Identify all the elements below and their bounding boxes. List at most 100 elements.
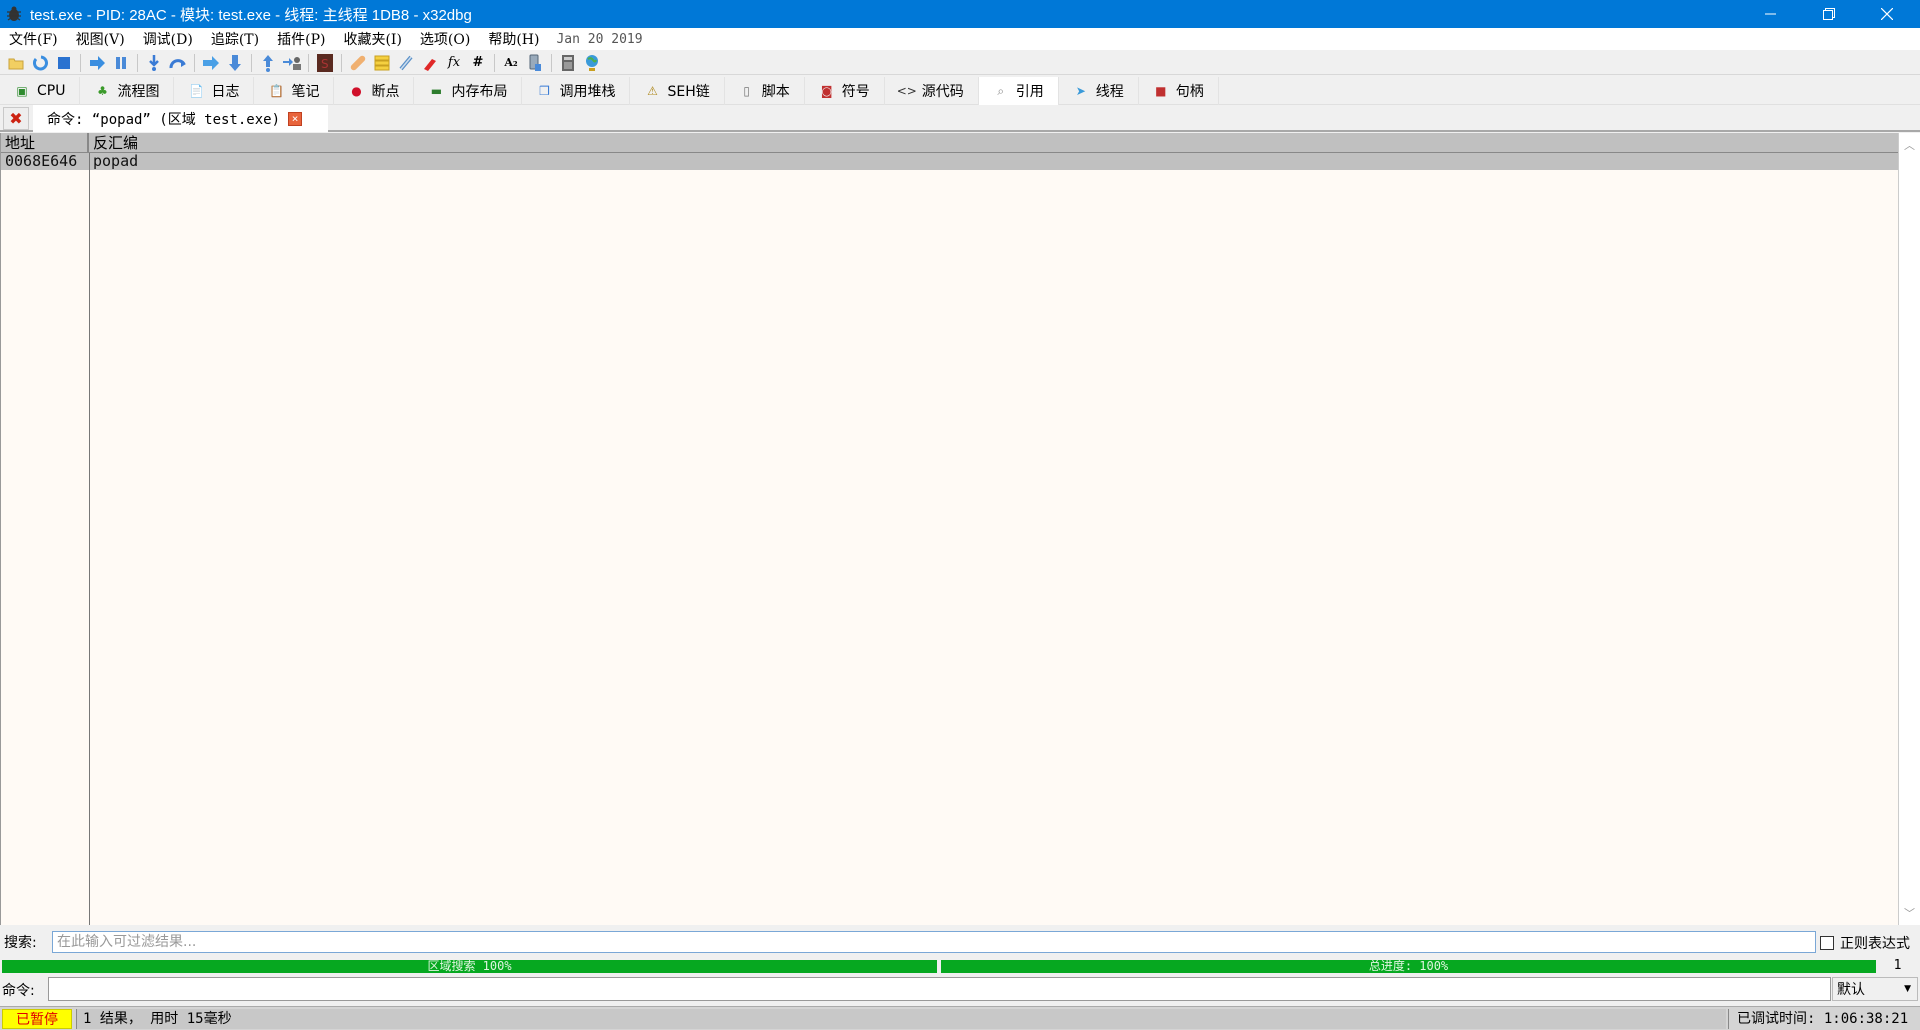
tab-label: 日志 (211, 84, 240, 100)
search-input[interactable] (52, 931, 1816, 953)
column-header-address[interactable]: 地址 (1, 133, 89, 153)
status-message: 1 结果， 用时 15毫秒 (76, 1009, 1726, 1029)
menu-help[interactable]: 帮助(H) (479, 29, 548, 49)
scroll-down-icon[interactable]: ﹀ (1899, 903, 1920, 923)
references-table: 地址 反汇编 0068E646 popad (0, 133, 1899, 925)
tab-notes[interactable]: 📋 笔记 (254, 77, 335, 105)
toolbar-separator (194, 53, 195, 72)
menu-options[interactable]: 选项(O) (411, 29, 479, 49)
bug-icon (4, 4, 24, 24)
strings-icon[interactable]: A₂ (501, 53, 521, 73)
regex-checkbox[interactable]: 正则表达式 (1820, 933, 1910, 953)
command-mode-select[interactable]: 默认 ▼ (1832, 977, 1918, 1001)
table-row[interactable]: 0068E646 popad (1, 153, 1899, 170)
hash-icon[interactable]: # (468, 53, 488, 73)
tab-label: 脚本 (761, 84, 790, 100)
handles-icon: ■ (1155, 84, 1167, 98)
step-over-icon[interactable] (168, 53, 188, 73)
references-icon: ⌕ (997, 83, 1005, 98)
calculator-icon[interactable] (558, 53, 578, 73)
command-label: 命令: (2, 983, 35, 999)
tab-label: 句柄 (1175, 84, 1204, 100)
execute-till-return-icon[interactable] (258, 53, 278, 73)
tab-seh[interactable]: ⚠ SEH链 (630, 77, 725, 105)
labels-icon[interactable] (396, 53, 416, 73)
menu-bar: 文件(F) 视图(V) 调试(D) 追踪(T) 插件(P) 收藏夹(I) 选项(… (0, 28, 1920, 50)
close-all-tabs-button[interactable]: ✖ (3, 107, 29, 130)
menu-favourites[interactable]: 收藏夹(I) (334, 29, 410, 49)
close-tab-icon[interactable]: × (288, 111, 303, 126)
pause-icon[interactable] (111, 53, 131, 73)
total-progress-bar: 总进度: 100% (941, 960, 1876, 973)
step-into-icon[interactable] (144, 53, 164, 73)
seh-icon: ⚠ (647, 84, 658, 98)
bookmarks-icon[interactable] (420, 53, 440, 73)
menu-plugins[interactable]: 插件(P) (268, 29, 334, 49)
run-to-user-code-icon[interactable] (282, 53, 302, 73)
cell-address: 0068E646 (5, 152, 78, 170)
menu-trace[interactable]: 追踪(T) (202, 29, 268, 49)
patches-icon[interactable] (348, 53, 368, 73)
tab-log[interactable]: 📄 日志 (174, 77, 255, 105)
close-button[interactable] (1858, 0, 1916, 28)
menu-file[interactable]: 文件(F) (0, 29, 67, 49)
tab-symbols[interactable]: ◙ 符号 (805, 77, 885, 105)
tab-label: 引用 (1015, 84, 1044, 100)
functions-icon[interactable]: fx (444, 53, 464, 73)
chevron-down-icon: ▼ (1904, 984, 1911, 994)
scylla-icon[interactable]: S (315, 53, 335, 73)
column-divider[interactable] (89, 153, 90, 925)
tab-source[interactable]: <> 源代码 (885, 77, 979, 105)
comments-icon[interactable] (372, 53, 392, 73)
globe-icon[interactable] (582, 53, 602, 73)
reference-tab[interactable]: 命令: “popad” (区域 test.exe) × (33, 105, 328, 132)
tab-memory-map[interactable]: ▬ 内存布局 (414, 77, 523, 105)
trace-into-icon[interactable] (201, 53, 221, 73)
vertical-scrollbar[interactable]: ︿ ﹀ (1898, 133, 1920, 925)
tab-label: 符号 (841, 84, 870, 100)
restart-icon[interactable] (30, 53, 50, 73)
tab-call-stack[interactable]: ❒ 调用堆栈 (522, 77, 631, 105)
reference-tabs: ✖ 命令: “popad” (区域 test.exe) × (0, 105, 1920, 132)
tab-breakpoint[interactable]: ● 断点 (334, 77, 415, 105)
toolbar-separator (80, 53, 81, 72)
toolbar-separator (137, 53, 138, 72)
tab-script[interactable]: ▯ 脚本 (725, 77, 805, 105)
checkbox-box[interactable] (1820, 936, 1834, 950)
tab-label: 流程图 (117, 84, 160, 100)
symbols-icon: ◙ (820, 84, 833, 98)
title-bar: test.exe - PID: 28AC - 模块: test.exe - 线程… (0, 0, 1920, 28)
menu-debug[interactable]: 调试(D) (134, 29, 202, 49)
run-icon[interactable] (87, 53, 107, 73)
source-icon: <> (896, 84, 917, 98)
minimize-button[interactable] (1742, 0, 1800, 28)
toolbar-separator (494, 53, 495, 72)
cpu-icon: ▣ (16, 84, 28, 98)
command-input[interactable] (48, 977, 1831, 1001)
regex-label: 正则表达式 (1840, 936, 1910, 952)
tab-references[interactable]: ⌕ 引用 (978, 77, 1059, 105)
restore-button[interactable] (1800, 0, 1858, 28)
tab-label: SEH链 (667, 84, 710, 100)
trace-over-icon[interactable] (225, 53, 245, 73)
command-mode-value: 默认 (1837, 982, 1865, 998)
stop-icon[interactable] (54, 53, 74, 73)
tab-tree[interactable]: ♣ 流程图 (80, 77, 175, 105)
menu-view[interactable]: 视图(V) (67, 29, 134, 49)
tree-icon: ♣ (97, 84, 108, 98)
reference-tab-label: 命令: “popad” (区域 test.exe) (47, 111, 281, 128)
tab-handles[interactable]: ■ 句柄 (1139, 77, 1219, 105)
region-progress-label: 区域搜索 100% (427, 959, 512, 973)
tab-cpu[interactable]: ▣ CPU (0, 77, 81, 105)
table-header: 地址 反汇编 (1, 133, 1899, 153)
command-bar: 命令: 默认 ▼ (0, 977, 1920, 1001)
tab-label: CPU (37, 83, 66, 99)
progress-row: 区域搜索 100% 总进度: 100% 1 (0, 958, 1920, 974)
open-folder-icon[interactable] (6, 53, 26, 73)
device-icon[interactable] (525, 53, 545, 73)
breakpoint-icon: ● (351, 84, 362, 98)
scroll-up-icon[interactable]: ︿ (1899, 135, 1920, 155)
log-icon: 📄 (188, 84, 204, 98)
column-header-disassembly[interactable]: 反汇编 (89, 133, 138, 153)
tab-threads[interactable]: ➤ 线程 (1059, 77, 1139, 105)
